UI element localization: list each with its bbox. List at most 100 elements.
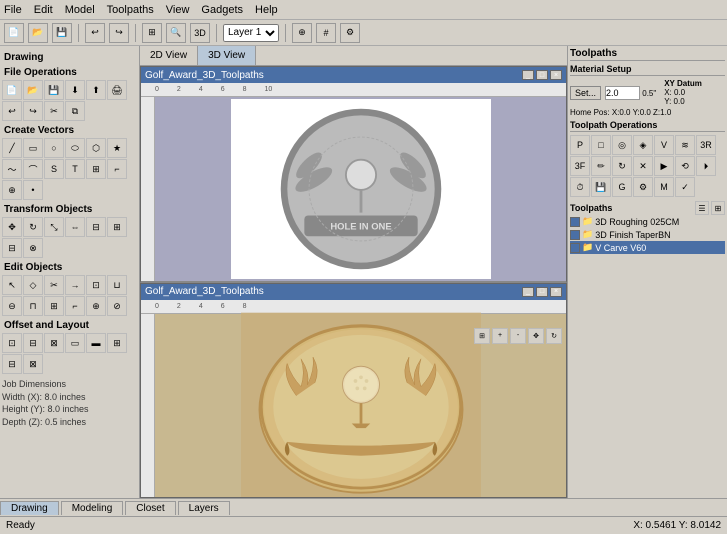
fo-copy[interactable]: ⧉ — [65, 101, 85, 121]
tp-item-finish[interactable]: 📁 3D Finish TaperBN — [570, 228, 725, 241]
eo-trim[interactable]: ✂ — [44, 275, 64, 295]
3d-zoom-out[interactable]: - — [510, 328, 526, 344]
tp-verify[interactable]: ✓ — [675, 177, 695, 197]
bottom-3d-area[interactable]: ⊞ + - ✥ ↻ — [155, 314, 566, 498]
tr-scale[interactable]: ⤡ — [44, 217, 64, 237]
tp-checkbox-roughing[interactable] — [570, 217, 580, 227]
tp-animate[interactable]: ⏵ — [696, 156, 716, 176]
fo-new[interactable]: 📄 — [2, 80, 22, 100]
menu-toolpaths[interactable]: Toolpaths — [107, 4, 154, 16]
toolbar-redo[interactable]: ↪ — [109, 23, 129, 43]
tp-list-options[interactable]: ☰ — [695, 201, 709, 215]
fo-export[interactable]: ⬆ — [86, 80, 106, 100]
toolbar-grid[interactable]: # — [316, 23, 336, 43]
top-window-minimize[interactable]: _ — [522, 70, 534, 80]
fo-print[interactable]: 🖨 — [107, 80, 127, 100]
bottom-window-minimize[interactable]: _ — [522, 287, 534, 297]
top-window-maximize[interactable]: □ — [536, 70, 548, 80]
cv-arc[interactable]: ⌒ — [23, 159, 43, 179]
fo-save[interactable]: 💾 — [44, 80, 64, 100]
eo-break[interactable]: ⊘ — [107, 296, 127, 316]
cv-node[interactable]: • — [23, 180, 43, 200]
tab-closet[interactable]: Closet — [125, 501, 175, 515]
fo-undo[interactable]: ↩ — [2, 101, 22, 121]
tp-3d-rough[interactable]: 3R — [696, 135, 716, 155]
top-drawing-area[interactable]: HOLE IN ONE — [155, 97, 566, 281]
tab-layers[interactable]: Layers — [178, 501, 230, 515]
tab-3d-view[interactable]: 3D View — [198, 46, 256, 65]
tp-3d-finish[interactable]: 3F — [570, 156, 590, 176]
cv-spline[interactable]: S — [44, 159, 64, 179]
eo-offset[interactable]: ⊡ — [86, 275, 106, 295]
top-window-close[interactable]: × — [550, 70, 562, 80]
3d-rotate[interactable]: ↻ — [546, 328, 562, 344]
tr-array[interactable]: ⊟ — [2, 238, 22, 258]
cv-ellipse[interactable]: ⬭ — [65, 138, 85, 158]
layer-select[interactable]: Layer 1 — [223, 24, 279, 42]
bottom-window-maximize[interactable]: □ — [536, 287, 548, 297]
tp-pocket[interactable]: □ — [591, 135, 611, 155]
cv-join[interactable]: ⊕ — [2, 180, 22, 200]
eo-array[interactable]: ⊞ — [44, 296, 64, 316]
ol-array[interactable]: ⊞ — [107, 333, 127, 353]
fo-open[interactable]: 📂 — [23, 80, 43, 100]
toolbar-3d[interactable]: 3D — [190, 23, 210, 43]
cv-text[interactable]: T — [65, 159, 85, 179]
tp-checkbox-vcarve[interactable] — [570, 243, 580, 253]
eo-extend[interactable]: → — [65, 275, 85, 295]
tp-material[interactable]: M — [654, 177, 674, 197]
cv-bezier[interactable]: 〜 — [2, 159, 22, 179]
tr-move[interactable]: ✥ — [2, 217, 22, 237]
toolbar-open[interactable]: 📂 — [28, 23, 48, 43]
toolbar-settings[interactable]: ⚙ — [340, 23, 360, 43]
set-button[interactable]: Set... — [570, 86, 601, 100]
eo-join[interactable]: ⊕ — [86, 296, 106, 316]
ol-distribute[interactable]: ⊠ — [23, 354, 43, 374]
tp-options[interactable]: ⚙ — [633, 177, 653, 197]
menu-file[interactable]: File — [4, 4, 22, 16]
fo-cut[interactable]: ✂ — [44, 101, 64, 121]
tp-recalc[interactable]: ↻ — [612, 156, 632, 176]
tp-preview[interactable]: ▶ — [654, 156, 674, 176]
fo-redo[interactable]: ↪ — [23, 101, 43, 121]
menu-model[interactable]: Model — [65, 4, 95, 16]
toolbar-new[interactable]: 📄 — [4, 23, 24, 43]
tp-profile[interactable]: P — [570, 135, 590, 155]
ol-nest[interactable]: ⊟ — [23, 333, 43, 353]
tp-edit[interactable]: ✏ — [591, 156, 611, 176]
tp-save-toolpath[interactable]: 💾 — [591, 177, 611, 197]
ol-tab[interactable]: ⊠ — [44, 333, 64, 353]
3d-zoom-extents[interactable]: ⊞ — [474, 328, 490, 344]
ol-panel[interactable]: ▬ — [86, 333, 106, 353]
tr-mirror[interactable]: ⇔ — [65, 217, 85, 237]
tp-item-roughing[interactable]: 📁 3D Roughing 025CM — [570, 215, 725, 228]
cv-polygon[interactable]: ⬡ — [86, 138, 106, 158]
tr-group[interactable]: ⊞ — [107, 217, 127, 237]
eo-intersect[interactable]: ⊓ — [23, 296, 43, 316]
menu-gadgets[interactable]: Gadgets — [201, 4, 243, 16]
3d-zoom-in[interactable]: + — [492, 328, 508, 344]
tp-drill[interactable]: ◎ — [612, 135, 632, 155]
eo-fillet[interactable]: ⌐ — [65, 296, 85, 316]
tab-modeling[interactable]: Modeling — [61, 501, 124, 515]
fo-import[interactable]: ⬇ — [65, 80, 85, 100]
tp-texture[interactable]: ≋ — [675, 135, 695, 155]
tp-delete[interactable]: ✕ — [633, 156, 653, 176]
cv-circle[interactable]: ○ — [44, 138, 64, 158]
tr-rotate[interactable]: ↻ — [23, 217, 43, 237]
tp-post[interactable]: G — [612, 177, 632, 197]
tr-weld[interactable]: ⊗ — [23, 238, 43, 258]
cv-line[interactable]: ╱ — [2, 138, 22, 158]
tab-2d-view[interactable]: 2D View — [140, 46, 198, 65]
tp-checkbox-finish[interactable] — [570, 230, 580, 240]
menu-help[interactable]: Help — [255, 4, 278, 16]
ol-sheet[interactable]: ▭ — [65, 333, 85, 353]
eo-union[interactable]: ⊔ — [107, 275, 127, 295]
tp-list-expand[interactable]: ⊞ — [711, 201, 725, 215]
bottom-window-close[interactable]: × — [550, 287, 562, 297]
tp-inlay[interactable]: ◈ — [633, 135, 653, 155]
tp-time[interactable]: ⏱ — [570, 177, 590, 197]
eo-subtract[interactable]: ⊖ — [2, 296, 22, 316]
tab-drawing[interactable]: Drawing — [0, 501, 59, 515]
toolbar-snap[interactable]: ⊕ — [292, 23, 312, 43]
